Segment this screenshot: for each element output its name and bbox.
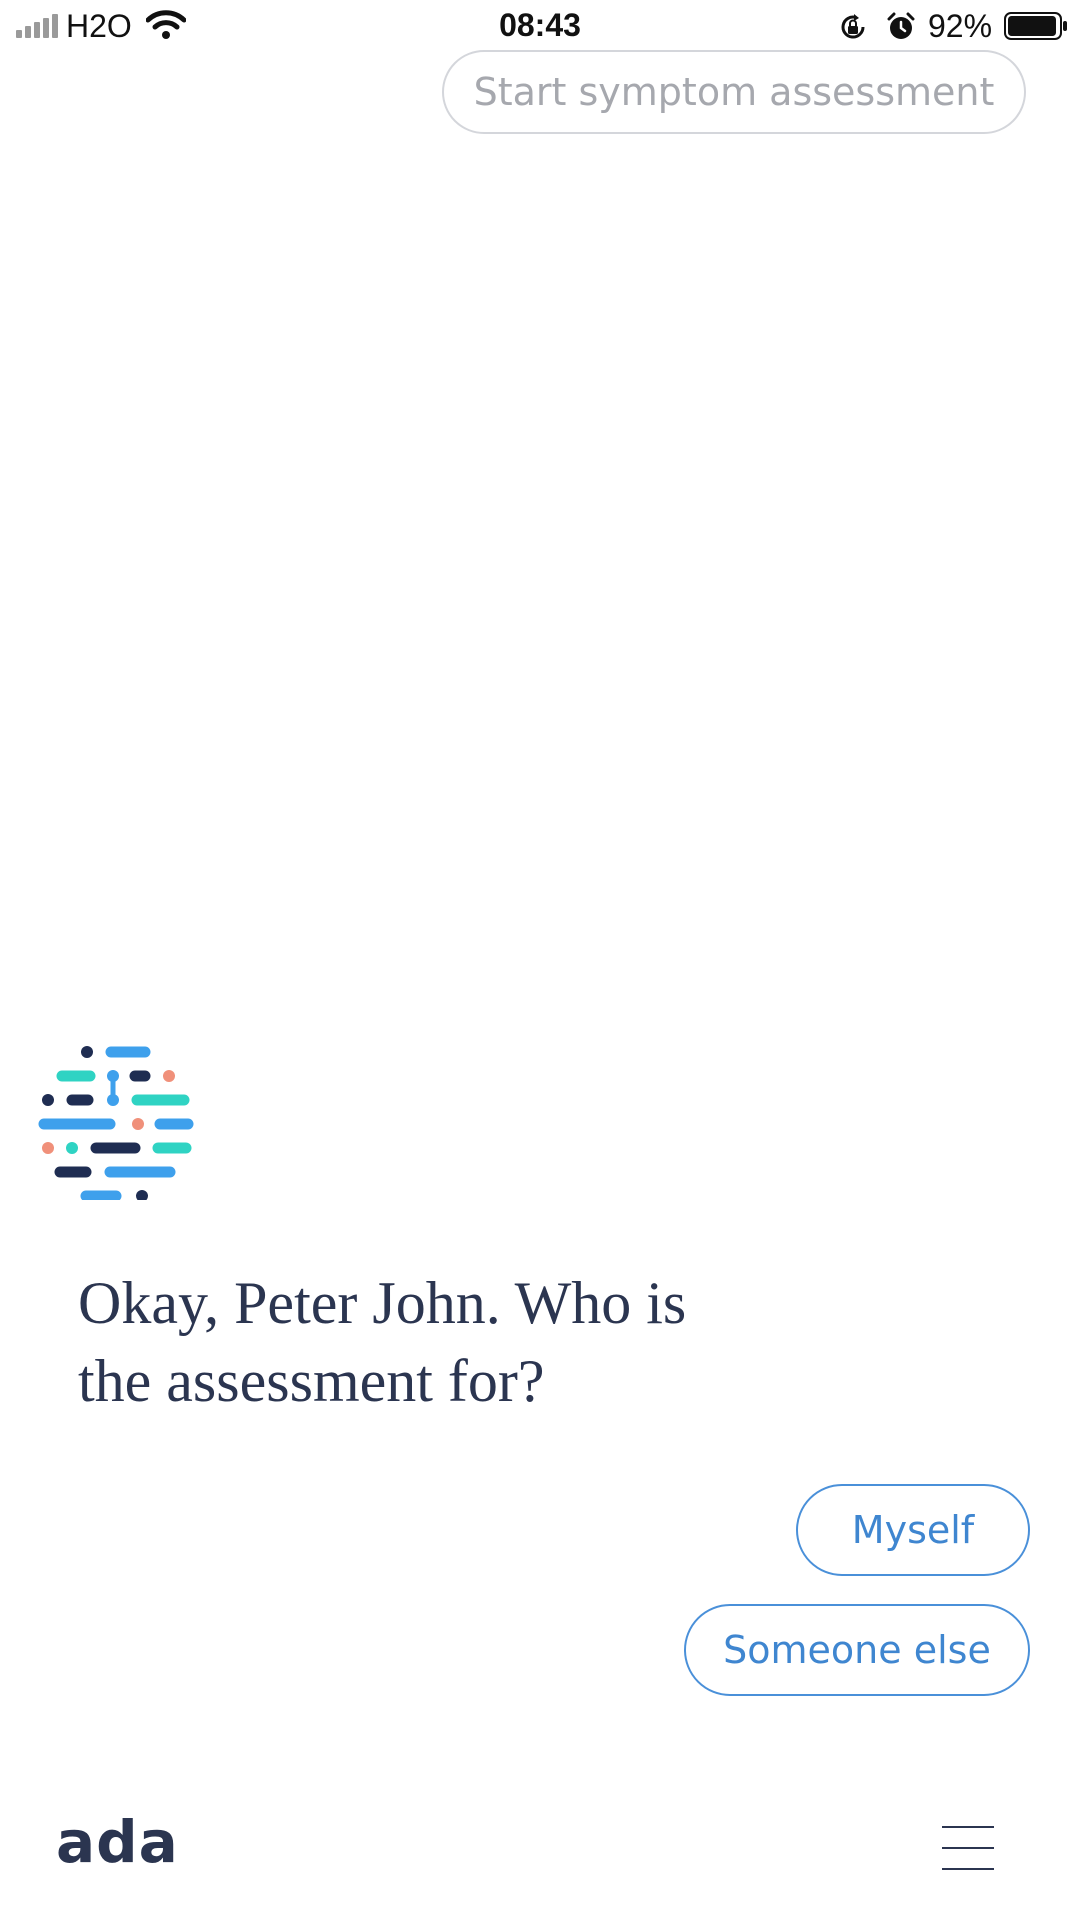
battery-percentage: 92% [928,8,993,44]
ada-brand-logo: ada [56,1808,179,1876]
hamburger-menu-icon[interactable] [942,1826,994,1870]
status-time: 08:43 [499,7,581,43]
ada-avatar-icon [38,1046,194,1200]
assistant-question: Okay, Peter John. Who is the assessment … [78,1270,687,1414]
rotation-lock-icon [841,14,865,39]
battery-icon [1004,12,1067,40]
alarm-icon [887,12,915,39]
answer-someone-else-button[interactable]: Someone else [684,1604,1030,1696]
previous-answer-bubble: Start symptom assessment [442,50,1026,134]
status-bar: H2O 08:43 92% [0,0,1080,54]
answer-myself-button[interactable]: Myself [796,1484,1030,1576]
